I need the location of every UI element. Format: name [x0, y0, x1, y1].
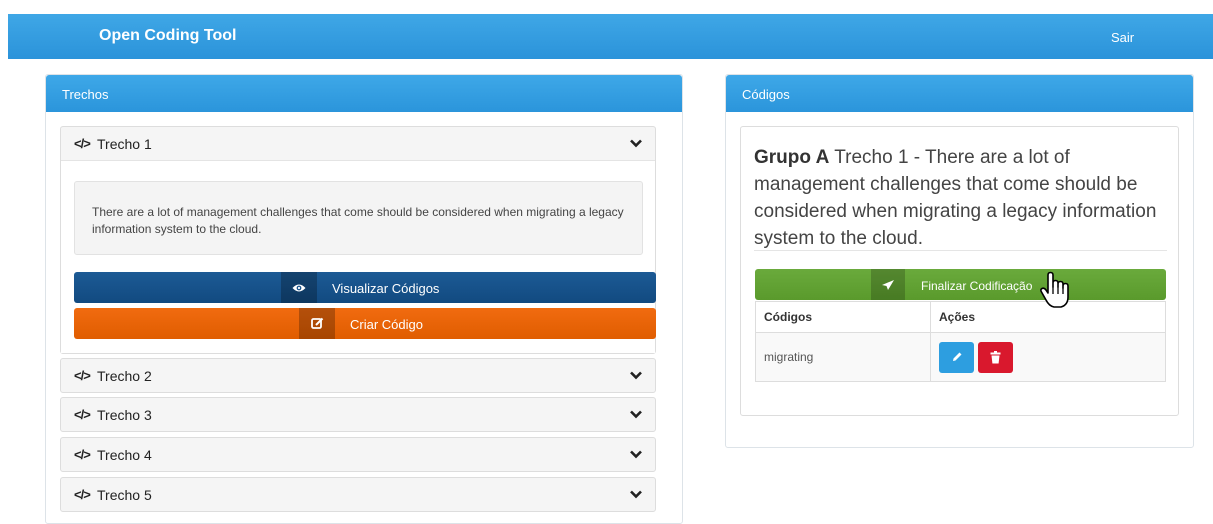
excerpt-header-4[interactable]: </> Trecho 4 [61, 438, 655, 471]
table-row: migrating [755, 332, 1166, 382]
logout-link[interactable]: Sair [1111, 30, 1134, 45]
trash-icon [990, 350, 1001, 363]
create-code-button[interactable]: Criar Código [74, 308, 656, 339]
excerpt-title: Trecho 5 [97, 487, 152, 503]
codes-panel: Códigos Grupo A Trecho 1 - There are a l… [725, 74, 1194, 448]
excerpt-display: Grupo A Trecho 1 - There are a lot of ma… [754, 144, 1164, 252]
chevron-down-icon[interactable] [630, 369, 642, 381]
excerpt-header-5[interactable]: </> Trecho 5 [61, 478, 655, 511]
chevron-down-icon[interactable] [630, 408, 642, 420]
create-code-label: Criar Código [350, 317, 423, 332]
excerpt-header-2[interactable]: </> Trecho 2 [61, 359, 655, 392]
chevron-down-icon[interactable] [630, 137, 642, 149]
chevron-down-icon[interactable] [630, 488, 642, 500]
excerpt-header-3[interactable]: </> Trecho 3 [61, 398, 655, 431]
actions-cell [930, 332, 1166, 382]
hand-cursor-icon [1040, 271, 1069, 308]
excerpts-panel-title: Trechos [46, 75, 682, 112]
send-icon [871, 269, 905, 300]
excerpts-panel: Trechos </> Trecho 1 There are a lot of … [45, 74, 683, 524]
divider [754, 250, 1167, 251]
top-navbar: Open Coding Tool Sair [8, 14, 1213, 59]
excerpt-item-3: </> Trecho 3 [60, 397, 656, 432]
code-icon: </> [74, 447, 91, 462]
codes-panel-title: Códigos [726, 75, 1193, 112]
delete-code-button[interactable] [978, 341, 1014, 373]
edit-code-button[interactable] [939, 341, 974, 373]
code-cell: migrating [755, 332, 931, 382]
app-brand[interactable]: Open Coding Tool [99, 27, 236, 45]
excerpt-header-1[interactable]: </> Trecho 1 [61, 127, 655, 160]
code-icon: </> [74, 136, 91, 151]
excerpt-title: Trecho 3 [97, 407, 152, 423]
excerpt-item-4: </> Trecho 4 [60, 437, 656, 472]
finish-coding-button[interactable]: Finalizar Codificação [755, 269, 1166, 300]
view-codes-label: Visualizar Códigos [332, 281, 440, 296]
finish-coding-label: Finalizar Codificação [921, 279, 1033, 293]
excerpt-title: Trecho 4 [97, 447, 152, 463]
coding-card: Grupo A Trecho 1 - There are a lot of ma… [740, 126, 1179, 416]
excerpt-body-1: There are a lot of management challenges… [61, 160, 656, 353]
eye-icon [281, 272, 317, 303]
codes-table: Códigos Ações migrating [755, 301, 1166, 382]
group-name: Grupo A [754, 147, 830, 168]
view-codes-button[interactable]: Visualizar Códigos [74, 272, 656, 303]
excerpt-text: There are a lot of management challenges… [74, 181, 643, 255]
excerpt-title: Trecho 2 [97, 368, 152, 384]
pencil-icon [952, 352, 961, 361]
excerpt-item-2: </> Trecho 2 [60, 358, 656, 393]
code-icon: </> [74, 368, 91, 383]
edit-square-icon [299, 308, 335, 339]
excerpt-item-1: </> Trecho 1 There are a lot of manageme… [60, 126, 656, 354]
column-header-codes: Códigos [755, 301, 931, 333]
code-icon: </> [74, 407, 91, 422]
excerpt-title: Trecho 1 [97, 136, 152, 152]
code-icon: </> [74, 487, 91, 502]
chevron-down-icon[interactable] [630, 448, 642, 460]
